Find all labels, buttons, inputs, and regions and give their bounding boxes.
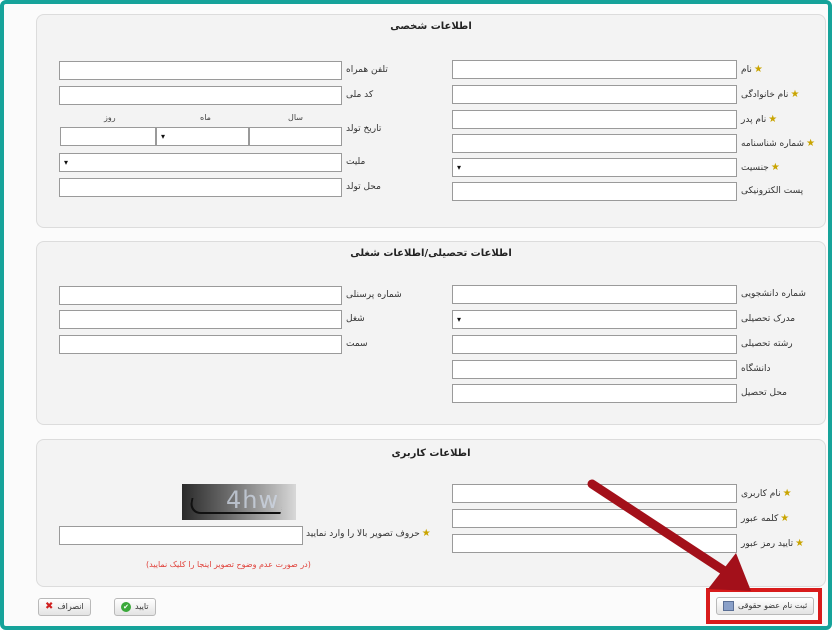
- birth-date-label: تاریخ تولد: [346, 124, 382, 134]
- personnel-number-label: شماره پرسنلی: [346, 290, 402, 300]
- username-label: ★نام کاربری: [741, 488, 792, 499]
- email-label: پست الکترونیکی: [741, 186, 804, 196]
- father-name-input[interactable]: [452, 110, 737, 129]
- register-button-highlight: [706, 588, 822, 624]
- confirm-password-input[interactable]: [452, 534, 737, 553]
- field-of-study-label: رشته تحصیلی: [741, 339, 793, 349]
- month-label: ماه: [200, 113, 211, 122]
- gender-label: ★جنسیت: [741, 162, 780, 173]
- study-place-label: محل تحصیل: [741, 388, 787, 398]
- confirm-button[interactable]: ✔ تایید: [114, 598, 156, 616]
- required-star-icon: ★: [768, 114, 778, 125]
- checkmark-icon: ✔: [121, 602, 131, 612]
- captcha-refresh-link[interactable]: (در صورت عدم وضوح تصویر اینجا را کلیک نم…: [146, 560, 311, 569]
- degree-label: مدرک تحصیلی: [741, 314, 796, 324]
- birth-place-label: محل تولد: [346, 182, 381, 192]
- national-code-label: کد ملی: [346, 90, 374, 100]
- job-label: شغل: [346, 314, 365, 324]
- mobile-label: تلفن همراه: [346, 65, 388, 75]
- student-number-input[interactable]: [452, 285, 737, 304]
- required-star-icon: ★: [806, 138, 816, 149]
- last-name-label: ★نام خانوادگی: [741, 89, 800, 100]
- id-number-label: ★شماره شناسنامه: [741, 138, 816, 149]
- student-number-label: شماره دانشجویی: [741, 289, 806, 299]
- personal-info-title: اطلاعات شخصی: [390, 21, 472, 32]
- birth-day-input[interactable]: [60, 127, 156, 146]
- cancel-button[interactable]: ✖ انصراف: [38, 598, 91, 616]
- birth-year-input[interactable]: [249, 127, 342, 146]
- last-name-input[interactable]: [452, 85, 737, 104]
- education-info-title: اطلاعات تحصیلی/اطلاعات شغلی: [350, 248, 512, 259]
- study-place-input[interactable]: [452, 384, 737, 403]
- birth-place-input[interactable]: [59, 178, 342, 197]
- captcha-noise-line: [188, 498, 284, 514]
- position-label: سمت: [346, 339, 368, 349]
- id-number-input[interactable]: [452, 134, 737, 153]
- chevron-down-icon: ▾: [64, 158, 69, 167]
- chevron-down-icon: ▾: [457, 315, 462, 324]
- password-label: ★کلمه عبور: [741, 513, 790, 524]
- required-star-icon: ★: [782, 488, 792, 499]
- year-label: سال: [288, 113, 303, 122]
- father-name-label: ★نام پدر: [741, 114, 778, 125]
- nationality-label: ملیت: [346, 157, 366, 167]
- first-name-label: ★نام: [741, 64, 763, 75]
- university-input[interactable]: [452, 360, 737, 379]
- confirm-password-label: ★تایید رمز عبور: [741, 538, 805, 549]
- required-star-icon: ★: [780, 513, 790, 524]
- required-star-icon: ★: [795, 538, 805, 549]
- captcha-input[interactable]: [59, 526, 303, 545]
- day-label: روز: [104, 113, 116, 122]
- job-input[interactable]: [59, 310, 342, 329]
- national-code-input[interactable]: [59, 86, 342, 105]
- password-input[interactable]: [452, 509, 737, 528]
- required-star-icon: ★: [753, 64, 763, 75]
- required-star-icon: ★: [790, 89, 800, 100]
- nationality-select[interactable]: ▾: [59, 153, 342, 172]
- required-star-icon: ★: [770, 162, 780, 173]
- mobile-input[interactable]: [59, 61, 342, 80]
- captcha-image[interactable]: 4hw: [182, 484, 296, 520]
- email-input[interactable]: [452, 182, 737, 201]
- degree-select[interactable]: ▾: [452, 310, 737, 329]
- birth-month-select[interactable]: ▾: [156, 127, 249, 146]
- gender-select[interactable]: ▾: [452, 158, 737, 177]
- chevron-down-icon: ▾: [161, 132, 166, 141]
- username-input[interactable]: [452, 484, 737, 503]
- position-input[interactable]: [59, 335, 342, 354]
- required-star-icon: ★: [421, 528, 431, 539]
- university-label: دانشگاه: [741, 364, 771, 374]
- captcha-prompt-label: ★حروف تصویر بالا را وارد نمایید: [306, 528, 431, 539]
- personnel-number-input[interactable]: [59, 286, 342, 305]
- first-name-input[interactable]: [452, 60, 737, 79]
- chevron-down-icon: ▾: [457, 163, 462, 172]
- field-of-study-input[interactable]: [452, 335, 737, 354]
- close-icon: ✖: [45, 601, 54, 612]
- account-info-title: اطلاعات کاربری: [391, 448, 471, 459]
